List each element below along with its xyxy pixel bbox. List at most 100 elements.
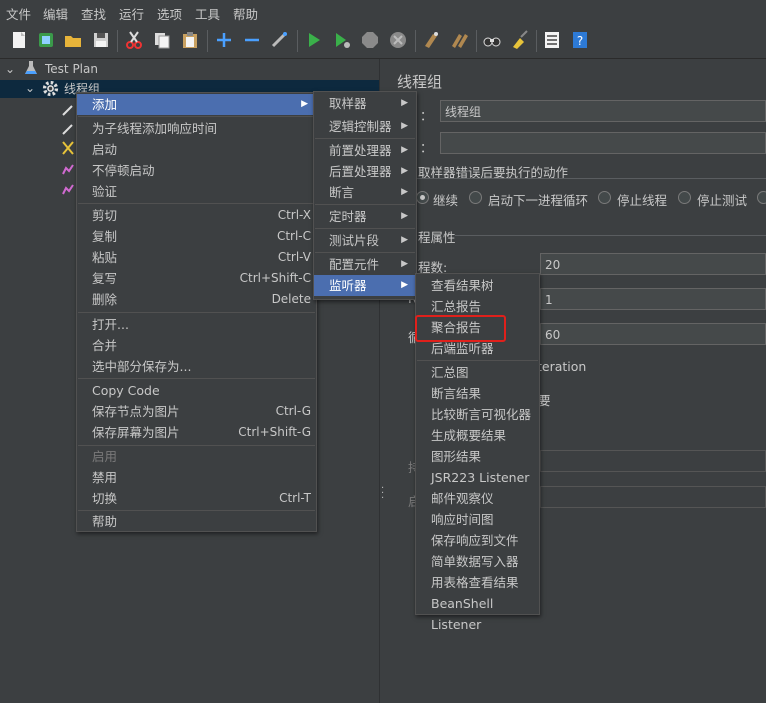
menu-item-merge[interactable]: 合并: [77, 335, 316, 356]
stop-icon[interactable]: [360, 30, 380, 50]
comment-input[interactable]: [440, 132, 766, 154]
listener-item-view-results-tree[interactable]: 查看结果树: [416, 275, 539, 296]
menu-options[interactable]: 选项: [157, 4, 182, 23]
menu-edit[interactable]: 编辑: [43, 4, 68, 23]
clear-all-icon[interactable]: [449, 30, 469, 50]
menu-file[interactable]: 文件: [6, 4, 31, 23]
listener-item-comparison-visualizer[interactable]: 比较断言可视化器: [416, 404, 539, 425]
new-icon[interactable]: [9, 30, 29, 50]
comment-label: ：: [420, 140, 433, 155]
menu-item-paste[interactable]: 粘贴 Ctrl-V: [77, 247, 316, 268]
iteration-label: teration: [537, 359, 587, 374]
function-helper-icon[interactable]: [542, 30, 562, 50]
radio-continue[interactable]: [416, 191, 429, 204]
rampup-input[interactable]: 1: [540, 288, 766, 310]
toggle-icon[interactable]: [270, 30, 290, 50]
cut-icon[interactable]: [124, 30, 144, 50]
listener-item-save-responses[interactable]: 保存响应到文件: [416, 530, 539, 551]
menu-separator: [78, 312, 315, 313]
collapse-icon[interactable]: [242, 30, 262, 50]
listener-item-beanshell[interactable]: BeanShell Listener: [416, 593, 539, 632]
submenu-item-assertion[interactable]: 断言 ▶: [314, 182, 416, 203]
tree-test-plan[interactable]: Test Plan: [45, 60, 98, 78]
listener-item-jsr223[interactable]: JSR223 Listener: [416, 467, 539, 488]
divider: [455, 235, 766, 236]
listener-item-response-time-graph[interactable]: 响应时间图: [416, 509, 539, 530]
start-icon[interactable]: [304, 30, 324, 50]
menu-item-validate[interactable]: 验证: [77, 181, 316, 202]
name-input[interactable]: 线程组: [440, 100, 766, 122]
help-icon[interactable]: ?: [570, 30, 590, 50]
menu-item-save-node-image[interactable]: 保存节点为图片 Ctrl-G: [77, 401, 316, 422]
listener-item-summary-report[interactable]: 汇总报告: [416, 296, 539, 317]
expand-icon[interactable]: [214, 30, 234, 50]
menu-separator: [417, 360, 538, 361]
tree-expand-toggle[interactable]: ⌄: [25, 79, 35, 97]
submenu-item-logic-controller[interactable]: 逻辑控制器 ▶: [314, 116, 416, 137]
radio-stop-test-now[interactable]: [757, 191, 766, 204]
paste-icon[interactable]: [180, 30, 200, 50]
clear-icon[interactable]: [421, 30, 441, 50]
menu-item-start-no-pause[interactable]: 不停顿启动: [77, 160, 316, 181]
menu-item-help[interactable]: 帮助: [77, 511, 316, 532]
radio-stop-test[interactable]: [678, 191, 691, 204]
radio-stop-thread[interactable]: [598, 191, 611, 204]
open-icon[interactable]: [63, 30, 83, 50]
listener-item-aggregate-graph[interactable]: 汇总图: [416, 362, 539, 383]
tree-expand-toggle[interactable]: ⌄: [5, 60, 15, 78]
menu-separator: [315, 138, 415, 139]
radio-continue-label: 继续: [433, 193, 459, 208]
menu-run[interactable]: 运行: [119, 4, 144, 23]
menu-tools[interactable]: 工具: [195, 4, 220, 23]
templates-icon[interactable]: [36, 30, 56, 50]
listener-item-generate-summary[interactable]: 生成概要结果: [416, 425, 539, 446]
submenu-item-sampler[interactable]: 取样器 ▶: [314, 93, 416, 114]
menu-search[interactable]: 查找: [81, 4, 106, 23]
menu-item-save-screen-image[interactable]: 保存屏幕为图片 Ctrl+Shift-G: [77, 422, 316, 443]
start-no-pause-icon[interactable]: [332, 30, 352, 50]
menu-separator: [315, 252, 415, 253]
save-icon[interactable]: [91, 30, 111, 50]
menu-item-add-think-time[interactable]: 为子线程添加响应时间: [77, 118, 316, 139]
submenu-item-timer[interactable]: 定时器 ▶: [314, 206, 416, 227]
search-icon[interactable]: [482, 30, 502, 50]
menu-item-delete[interactable]: 删除 Delete: [77, 289, 316, 310]
listener-item-simple-data-writer[interactable]: 简单数据写入器: [416, 551, 539, 572]
thread-props-title: 程属性: [418, 230, 456, 245]
menu-bar: 文件 编辑 查找 运行 选项 工具 帮助: [0, 0, 766, 24]
submenu-item-config-element[interactable]: 配置元件 ▶: [314, 254, 416, 275]
listener-item-view-results-table[interactable]: 用表格查看结果: [416, 572, 539, 593]
menu-item-add[interactable]: 添加 ▶: [77, 94, 316, 115]
duration-input[interactable]: [540, 450, 766, 472]
shutdown-icon[interactable]: [388, 30, 408, 50]
loop-input[interactable]: 60: [540, 323, 766, 345]
reset-search-icon[interactable]: [510, 30, 530, 50]
radio-start-next-loop[interactable]: [469, 191, 482, 204]
copy-icon[interactable]: [152, 30, 172, 50]
menu-separator: [315, 228, 415, 229]
toolbar-separator: [415, 30, 416, 52]
menu-help[interactable]: 帮助: [233, 4, 258, 23]
threads-input[interactable]: 20: [540, 253, 766, 275]
submenu-item-post-processor[interactable]: 后置处理器 ▶: [314, 161, 416, 182]
menu-item-disable[interactable]: 禁用: [77, 467, 316, 488]
listener-item-mailer-visualizer[interactable]: 邮件观察仪: [416, 488, 539, 509]
menu-item-toggle[interactable]: 切换 Ctrl-T: [77, 488, 316, 509]
submenu-item-listener[interactable]: 监听器 ▶: [314, 275, 416, 296]
menu-item-start[interactable]: 启动: [77, 139, 316, 160]
submenu-item-test-fragment[interactable]: 测试片段 ▶: [314, 230, 416, 251]
startup-delay-input[interactable]: [540, 486, 766, 508]
name-label: ：: [420, 108, 433, 123]
submenu-item-pre-processor[interactable]: 前置处理器 ▶: [314, 140, 416, 161]
menu-item-save-selection-as[interactable]: 选中部分保存为...: [77, 356, 316, 377]
toolbar-separator: [536, 30, 537, 52]
listener-item-graph-results[interactable]: 图形结果: [416, 446, 539, 467]
menu-item-copy-code[interactable]: Copy Code: [77, 380, 316, 401]
menu-item-cut[interactable]: 剪切 Ctrl-X: [77, 205, 316, 226]
radio-stop-test-label: 停止测试: [697, 193, 748, 208]
listener-chart-icon: [62, 164, 74, 175]
menu-item-open[interactable]: 打开...: [77, 314, 316, 335]
menu-item-copy[interactable]: 复制 Ctrl-C: [77, 226, 316, 247]
listener-item-assertion-results[interactable]: 断言结果: [416, 383, 539, 404]
menu-item-duplicate[interactable]: 复写 Ctrl+Shift-C: [77, 268, 316, 289]
